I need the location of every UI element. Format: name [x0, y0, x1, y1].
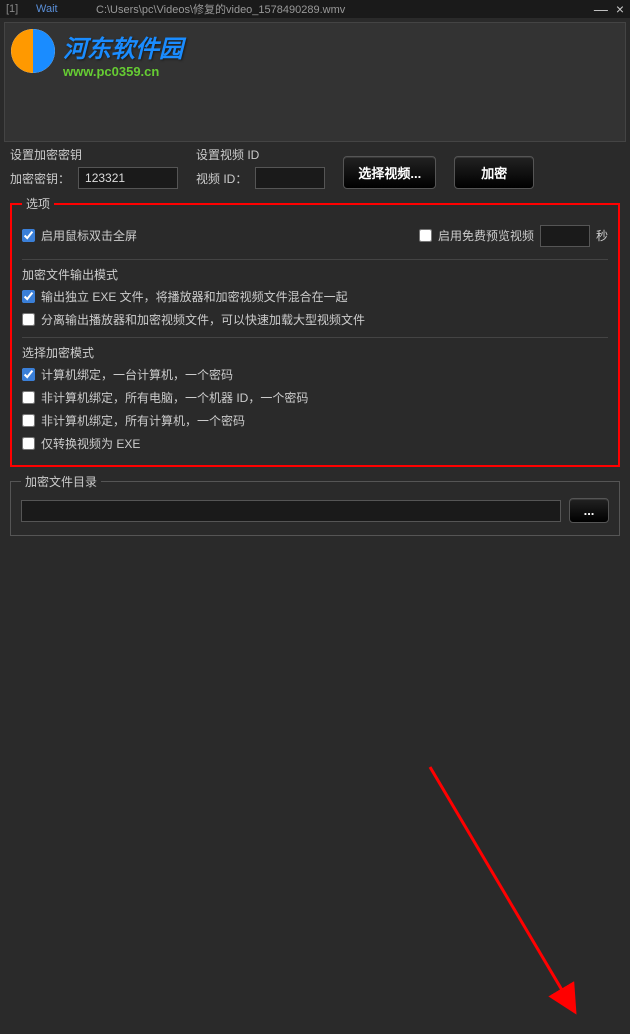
key-block: 设置加密密钥 加密密钥： [10, 146, 178, 189]
key-input[interactable] [78, 167, 178, 189]
dblclick-option[interactable]: 启用鼠标双击全屏 [22, 224, 137, 247]
encmode-bind4-option[interactable]: 仅转换视频为 EXE [22, 432, 608, 455]
output-dir-fieldset: 加密文件目录 ... [10, 473, 620, 536]
output-dir-input[interactable] [21, 500, 561, 522]
item-path: C:\Users\pc\Videos\修复的video_1578490289.w… [96, 1, 586, 17]
preview-checkbox[interactable] [419, 229, 432, 242]
video-id-input[interactable] [255, 167, 325, 189]
encmode-bind2-option[interactable]: 非计算机绑定，所有电脑，一个机器 ID，一个密码 [22, 386, 608, 409]
dblclick-checkbox[interactable] [22, 229, 35, 242]
encmode-bind1-option[interactable]: 计算机绑定，一台计算机，一个密码 [22, 363, 608, 386]
options-fieldset: 选项 启用鼠标双击全屏 启用免费预览视频 秒 加密文件输出模式 输出独立 EXE… [10, 195, 620, 467]
key-label: 加密密钥： [10, 170, 70, 187]
video-label: 视频 ID： [196, 170, 247, 187]
output-exe-checkbox[interactable] [22, 290, 35, 303]
title-bar: [1] Wait C:\Users\pc\Videos\修复的video_157… [0, 0, 630, 18]
video-title: 设置视频 ID [196, 146, 325, 163]
preview-option[interactable]: 启用免费预览视频 [419, 224, 534, 247]
output-mode-title: 加密文件输出模式 [22, 259, 608, 283]
video-id-block: 设置视频 ID 视频 ID： [196, 146, 325, 189]
logo-url: www.pc0359.cn [63, 64, 183, 79]
annotation-arrow [0, 542, 630, 1034]
encrypt-mode-title: 选择加密模式 [22, 337, 608, 361]
encrypt-button[interactable]: 加密 [454, 156, 534, 189]
encmode-bind3-option[interactable]: 非计算机绑定，所有计算机，一个密码 [22, 409, 608, 432]
logo-banner: 河东软件园 www.pc0359.cn [4, 22, 626, 142]
key-title: 设置加密密钥 [10, 146, 178, 163]
close-button[interactable]: × [616, 1, 624, 17]
encmode-bind4-checkbox[interactable] [22, 437, 35, 450]
output-split-checkbox[interactable] [22, 313, 35, 326]
minimize-button[interactable]: — [594, 1, 608, 17]
item-index: [1] [6, 3, 36, 15]
logo-title: 河东软件园 [63, 29, 183, 64]
output-split-option[interactable]: 分离输出播放器和加密视频文件，可以快速加载大型视频文件 [22, 308, 608, 331]
encmode-bind2-checkbox[interactable] [22, 391, 35, 404]
preview-seconds-input[interactable] [540, 225, 590, 247]
item-status: Wait [36, 3, 96, 15]
browse-button[interactable]: ... [569, 498, 609, 523]
output-exe-option[interactable]: 输出独立 EXE 文件，将播放器和加密视频文件混合在一起 [22, 285, 608, 308]
output-dir-legend: 加密文件目录 [21, 473, 101, 490]
seconds-label: 秒 [596, 227, 608, 244]
options-legend: 选项 [22, 195, 54, 212]
select-video-button[interactable]: 选择视频... [343, 156, 436, 189]
encmode-bind3-checkbox[interactable] [22, 414, 35, 427]
logo-icon [11, 29, 55, 73]
encmode-bind1-checkbox[interactable] [22, 368, 35, 381]
